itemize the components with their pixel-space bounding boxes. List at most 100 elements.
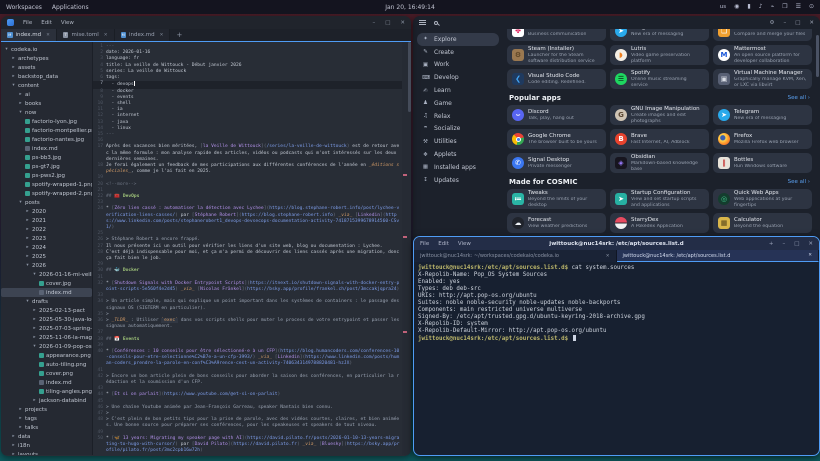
- minimize-button[interactable]: –: [782, 241, 785, 247]
- tree-item[interactable]: ▸projects: [1, 405, 92, 414]
- code-line[interactable]: 32* [Shutdown Signals with Docker Entryp…: [93, 281, 402, 293]
- tree-item[interactable]: index.md: [1, 378, 92, 387]
- applications-button[interactable]: Applications: [52, 4, 89, 11]
- minimize-button[interactable]: –: [372, 20, 375, 26]
- app-card[interactable]: Google ChromeThe browser built to be you…: [507, 129, 606, 149]
- close-tab-icon[interactable]: ✕: [606, 254, 610, 259]
- code-line[interactable]: 7 - devops: [93, 81, 402, 88]
- sidebar-item-relax[interactable]: ♫Relax: [417, 110, 499, 123]
- keyboard-layout[interactable]: us: [720, 4, 726, 10]
- app-card[interactable]: ➤Startup ConfigurationView and set start…: [610, 189, 709, 209]
- code-line[interactable]: 50* [🦋 13 years: Migrating my speaker pa…: [93, 436, 402, 455]
- sidebar-item-installed-apps[interactable]: ▦Installed apps: [417, 161, 499, 174]
- sidebar-item-explore[interactable]: ✦Explore: [417, 33, 499, 46]
- close-button[interactable]: ✕: [809, 20, 814, 26]
- tree-item[interactable]: index.md: [1, 288, 92, 297]
- tree-item[interactable]: ▸2025-05-30-java-logg: [1, 315, 92, 324]
- tree-item[interactable]: cover.jpg: [1, 279, 92, 288]
- tree-item[interactable]: spotify-wrapped-1.png: [1, 180, 92, 189]
- code-line[interactable]: 36> _TLDR_ : Utiliser `exec` dans vos sc…: [93, 318, 402, 330]
- tree-item[interactable]: cover.png: [1, 369, 92, 378]
- tree-item[interactable]: factorio-nantes.jpg: [1, 135, 92, 144]
- clock[interactable]: Jan 20, 16:49:14: [385, 4, 435, 11]
- app-card[interactable]: MMattermostAn open source platform for d…: [713, 45, 812, 65]
- code-line[interactable]: 48> C'est plein de bon petits tips pour …: [93, 417, 402, 429]
- close-tab-icon[interactable]: ✕: [46, 33, 50, 38]
- menu-view[interactable]: View: [61, 20, 74, 26]
- menu-file[interactable]: File: [420, 241, 429, 247]
- new-tab-button[interactable]: +: [170, 29, 188, 41]
- tree-item[interactable]: ▸layouts: [1, 450, 92, 455]
- tree-item[interactable]: ▾2026-01-16-mi-veille: [1, 270, 92, 279]
- sidebar-item-create[interactable]: ✎Create: [417, 46, 499, 59]
- menu-edit[interactable]: Edit: [438, 241, 449, 247]
- tree-item[interactable]: ▸2020: [1, 207, 92, 216]
- maximize-button[interactable]: □: [794, 241, 799, 247]
- code-line[interactable]: 24* [Zéro lien cassé : automatiser la dé…: [93, 206, 402, 231]
- tree-item[interactable]: ▸2025: [1, 252, 92, 261]
- tree-item[interactable]: appearance.png: [1, 351, 92, 360]
- menu-view[interactable]: View: [458, 241, 471, 247]
- app-card[interactable]: ✆Signal DesktopPrivate messenger: [507, 153, 606, 173]
- tree-item[interactable]: ▸archetypes: [1, 54, 92, 63]
- tree-item[interactable]: ▸2022: [1, 225, 92, 234]
- editor-tab[interactable]: Mindex.md✕: [1, 29, 57, 41]
- tree-item[interactable]: ▸2025-07-03-spring-s: [1, 324, 92, 333]
- see-all-link[interactable]: See all ›: [788, 95, 810, 101]
- tree-item[interactable]: ▾posts: [1, 198, 92, 207]
- app-card[interactable]: ≔TweaksBeyond the limits of your desktop: [507, 189, 606, 209]
- sidebar-item-work[interactable]: ▣Work: [417, 59, 499, 72]
- tree-item[interactable]: ▸ai: [1, 90, 92, 99]
- tree-item[interactable]: ▸2025-11-06-la-mage: [1, 333, 92, 342]
- tree-item[interactable]: ▾now: [1, 108, 92, 117]
- tree-item[interactable]: ▸2023: [1, 234, 92, 243]
- see-all-link[interactable]: See all ›: [788, 179, 810, 185]
- search-icon[interactable]: [434, 21, 438, 25]
- app-card[interactable]: ▣Virtual Machine ManagerGraphically mana…: [713, 69, 812, 89]
- sidebar-item-learn[interactable]: ✍Learn: [417, 84, 499, 97]
- tree-item[interactable]: ▸data: [1, 432, 92, 441]
- maximize-button[interactable]: □: [385, 20, 390, 26]
- tree-item[interactable]: ps-pws2.jpg: [1, 171, 92, 180]
- maximize-button[interactable]: □: [795, 20, 800, 26]
- tree-item[interactable]: ▾2026: [1, 261, 92, 270]
- app-card[interactable]: StarryDexA Pokédex Application: [610, 213, 709, 233]
- tree-item[interactable]: ▸2025-02-13-pact: [1, 306, 92, 315]
- terminal-tab[interactable]: jwittouck@nuc14srk: ~/workspaces/codekai…: [414, 250, 617, 262]
- display-icon[interactable]: ❒: [782, 4, 787, 10]
- app-card[interactable]: ◎Quick Web AppsWeb applications at your …: [713, 189, 812, 209]
- tree-item[interactable]: ▾2026-01-09-pop-os-2: [1, 342, 92, 351]
- close-button[interactable]: ✕: [400, 20, 405, 26]
- app-card[interactable]: ➤TelegramNew era of messaging: [713, 105, 812, 125]
- editor-tab[interactable]: Tmise.toml✕: [57, 29, 115, 41]
- app-card[interactable]: ▦CalculatorBeyond the equation: [713, 213, 812, 233]
- menu-icon[interactable]: [419, 20, 426, 25]
- sidebar-item-utilities[interactable]: ⚒Utilities: [417, 135, 499, 148]
- minimize-button[interactable]: –: [783, 20, 786, 26]
- tree-item[interactable]: ▸2021: [1, 216, 92, 225]
- accessibility-icon[interactable]: ◉: [734, 4, 739, 10]
- editor-tab[interactable]: Mindex.md✕: [115, 29, 171, 41]
- app-card[interactable]: ◈ObsidianMarkdown-based knowledge base: [610, 153, 709, 173]
- app-card[interactable]: ✤SlackBusiness communication: [507, 29, 606, 41]
- power-icon[interactable]: ⊙: [809, 4, 814, 10]
- sidebar-item-socialize[interactable]: ❞Socialize: [417, 123, 499, 136]
- workspaces-button[interactable]: Workspaces: [6, 4, 42, 11]
- code-line[interactable]: 42> Encore un bon article plein de bons …: [93, 374, 402, 386]
- app-card[interactable]: ⚙Steam (Installer)Launcher for the Steam…: [507, 45, 606, 65]
- code-line[interactable]: 28C'est déjà indispensable pour moi, et …: [93, 250, 402, 262]
- app-card[interactable]: ☰SpotifyOnline music streaming service: [610, 69, 709, 89]
- app-card[interactable]: ‖BottlesRun Windows software: [713, 153, 812, 173]
- code-line[interactable]: 17Après des vacances bien méritées, [la …: [93, 144, 402, 163]
- close-tab-icon[interactable]: ✕: [808, 253, 812, 258]
- app-card[interactable]: ➤TelegramNew era of messaging: [610, 29, 709, 41]
- volume-icon[interactable]: ♪: [759, 4, 763, 10]
- tree-item[interactable]: auto-tiling.png: [1, 360, 92, 369]
- close-tab-icon[interactable]: ✕: [104, 33, 108, 38]
- tree-item[interactable]: ps-bb3.jpg: [1, 153, 92, 162]
- app-card[interactable]: FirefoxMozilla Firefox web browser: [713, 129, 812, 149]
- code-line[interactable]: 34> Un article simple, mais qui explique…: [93, 299, 402, 311]
- code-line[interactable]: 18Je ferai également un feedback de mes …: [93, 163, 402, 175]
- sidebar-item-applets[interactable]: ❖Applets: [417, 148, 499, 161]
- tree-item[interactable]: spotify-wrapped-2.png: [1, 189, 92, 198]
